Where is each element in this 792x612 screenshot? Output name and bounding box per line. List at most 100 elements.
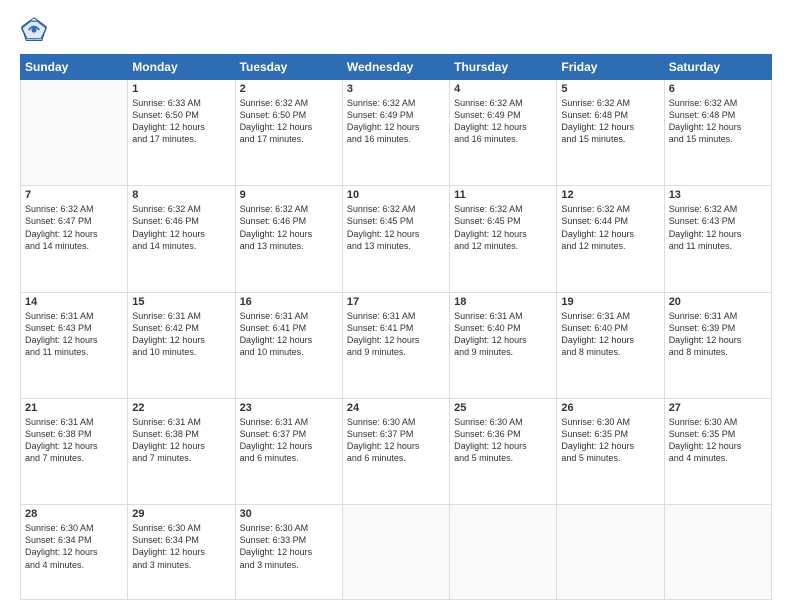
day-number: 2 (240, 83, 338, 95)
calendar-cell: 15 Sunrise: 6:31 AM Sunset: 6:42 PM Dayli… (128, 292, 235, 398)
calendar-cell: 17 Sunrise: 6:31 AM Sunset: 6:41 PM Dayli… (342, 292, 449, 398)
day-number: 23 (240, 402, 338, 414)
page: SundayMondayTuesdayWednesdayThursdayFrid… (0, 0, 792, 612)
calendar-cell: 14 Sunrise: 6:31 AM Sunset: 6:43 PM Dayli… (21, 292, 128, 398)
day-number: 22 (132, 402, 230, 414)
calendar-cell: 11 Sunrise: 6:32 AM Sunset: 6:45 PM Dayli… (450, 186, 557, 292)
day-info: Sunrise: 6:32 AM Sunset: 6:48 PM Dayligh… (669, 97, 767, 146)
day-info: Sunrise: 6:30 AM Sunset: 6:37 PM Dayligh… (347, 416, 445, 465)
day-number: 16 (240, 296, 338, 308)
day-number: 10 (347, 189, 445, 201)
day-info: Sunrise: 6:31 AM Sunset: 6:42 PM Dayligh… (132, 310, 230, 359)
weekday-header-monday: Monday (128, 55, 235, 80)
day-info: Sunrise: 6:31 AM Sunset: 6:41 PM Dayligh… (347, 310, 445, 359)
calendar-week-row: 21 Sunrise: 6:31 AM Sunset: 6:38 PM Dayli… (21, 398, 772, 504)
calendar-cell: 3 Sunrise: 6:32 AM Sunset: 6:49 PM Daylig… (342, 80, 449, 186)
day-info: Sunrise: 6:31 AM Sunset: 6:41 PM Dayligh… (240, 310, 338, 359)
day-number: 27 (669, 402, 767, 414)
day-info: Sunrise: 6:32 AM Sunset: 6:43 PM Dayligh… (669, 203, 767, 252)
day-number: 9 (240, 189, 338, 201)
calendar-week-row: 7 Sunrise: 6:32 AM Sunset: 6:47 PM Daylig… (21, 186, 772, 292)
calendar-cell: 27 Sunrise: 6:30 AM Sunset: 6:35 PM Dayli… (664, 398, 771, 504)
day-number: 24 (347, 402, 445, 414)
weekday-header-row: SundayMondayTuesdayWednesdayThursdayFrid… (21, 55, 772, 80)
day-info: Sunrise: 6:30 AM Sunset: 6:34 PM Dayligh… (132, 522, 230, 571)
day-info: Sunrise: 6:31 AM Sunset: 6:40 PM Dayligh… (454, 310, 552, 359)
day-info: Sunrise: 6:32 AM Sunset: 6:48 PM Dayligh… (561, 97, 659, 146)
calendar-cell: 18 Sunrise: 6:31 AM Sunset: 6:40 PM Dayli… (450, 292, 557, 398)
day-info: Sunrise: 6:30 AM Sunset: 6:35 PM Dayligh… (561, 416, 659, 465)
calendar-cell: 2 Sunrise: 6:32 AM Sunset: 6:50 PM Daylig… (235, 80, 342, 186)
day-number: 12 (561, 189, 659, 201)
calendar-cell: 21 Sunrise: 6:31 AM Sunset: 6:38 PM Dayli… (21, 398, 128, 504)
calendar-cell: 1 Sunrise: 6:33 AM Sunset: 6:50 PM Daylig… (128, 80, 235, 186)
day-info: Sunrise: 6:32 AM Sunset: 6:49 PM Dayligh… (454, 97, 552, 146)
day-info: Sunrise: 6:32 AM Sunset: 6:50 PM Dayligh… (240, 97, 338, 146)
day-number: 21 (25, 402, 123, 414)
calendar-week-row: 28 Sunrise: 6:30 AM Sunset: 6:34 PM Dayli… (21, 505, 772, 600)
calendar-cell: 16 Sunrise: 6:31 AM Sunset: 6:41 PM Dayli… (235, 292, 342, 398)
calendar-cell: 9 Sunrise: 6:32 AM Sunset: 6:46 PM Daylig… (235, 186, 342, 292)
day-number: 28 (25, 508, 123, 520)
day-info: Sunrise: 6:31 AM Sunset: 6:38 PM Dayligh… (25, 416, 123, 465)
calendar-cell (557, 505, 664, 600)
calendar-cell: 28 Sunrise: 6:30 AM Sunset: 6:34 PM Dayli… (21, 505, 128, 600)
calendar-week-row: 14 Sunrise: 6:31 AM Sunset: 6:43 PM Dayli… (21, 292, 772, 398)
day-info: Sunrise: 6:32 AM Sunset: 6:46 PM Dayligh… (240, 203, 338, 252)
calendar-cell: 13 Sunrise: 6:32 AM Sunset: 6:43 PM Dayli… (664, 186, 771, 292)
day-info: Sunrise: 6:32 AM Sunset: 6:46 PM Dayligh… (132, 203, 230, 252)
calendar-week-row: 1 Sunrise: 6:33 AM Sunset: 6:50 PM Daylig… (21, 80, 772, 186)
day-number: 13 (669, 189, 767, 201)
weekday-header-saturday: Saturday (664, 55, 771, 80)
weekday-header-thursday: Thursday (450, 55, 557, 80)
weekday-header-sunday: Sunday (21, 55, 128, 80)
weekday-header-tuesday: Tuesday (235, 55, 342, 80)
calendar-table: SundayMondayTuesdayWednesdayThursdayFrid… (20, 54, 772, 600)
day-number: 18 (454, 296, 552, 308)
calendar-cell: 29 Sunrise: 6:30 AM Sunset: 6:34 PM Dayli… (128, 505, 235, 600)
day-number: 19 (561, 296, 659, 308)
day-info: Sunrise: 6:30 AM Sunset: 6:34 PM Dayligh… (25, 522, 123, 571)
day-number: 15 (132, 296, 230, 308)
day-info: Sunrise: 6:31 AM Sunset: 6:38 PM Dayligh… (132, 416, 230, 465)
day-number: 11 (454, 189, 552, 201)
logo-icon (20, 16, 48, 44)
calendar-cell (664, 505, 771, 600)
calendar-cell: 23 Sunrise: 6:31 AM Sunset: 6:37 PM Dayli… (235, 398, 342, 504)
calendar-cell: 7 Sunrise: 6:32 AM Sunset: 6:47 PM Daylig… (21, 186, 128, 292)
day-number: 8 (132, 189, 230, 201)
day-info: Sunrise: 6:31 AM Sunset: 6:43 PM Dayligh… (25, 310, 123, 359)
calendar-cell: 26Sunrise: 6:30 AM Sunset: 6:35 PM Dayli… (557, 398, 664, 504)
day-info: Sunrise: 6:31 AM Sunset: 6:39 PM Dayligh… (669, 310, 767, 359)
calendar-cell: 22 Sunrise: 6:31 AM Sunset: 6:38 PM Dayli… (128, 398, 235, 504)
day-number: 30 (240, 508, 338, 520)
calendar-cell: 4 Sunrise: 6:32 AM Sunset: 6:49 PM Daylig… (450, 80, 557, 186)
day-number: 25 (454, 402, 552, 414)
day-info: Sunrise: 6:31 AM Sunset: 6:37 PM Dayligh… (240, 416, 338, 465)
header (20, 16, 772, 44)
day-number: 1 (132, 83, 230, 95)
day-number: 29 (132, 508, 230, 520)
logo (20, 16, 52, 44)
day-info: Sunrise: 6:32 AM Sunset: 6:45 PM Dayligh… (454, 203, 552, 252)
day-number: 17 (347, 296, 445, 308)
day-number: 7 (25, 189, 123, 201)
calendar-cell: 10 Sunrise: 6:32 AM Sunset: 6:45 PM Dayli… (342, 186, 449, 292)
day-info: Sunrise: 6:30 AM Sunset: 6:35 PM Dayligh… (669, 416, 767, 465)
day-number: 4 (454, 83, 552, 95)
day-number: 5 (561, 83, 659, 95)
day-info: Sunrise: 6:33 AM Sunset: 6:50 PM Dayligh… (132, 97, 230, 146)
day-info: Sunrise: 6:30 AM Sunset: 6:33 PM Dayligh… (240, 522, 338, 571)
day-number: 3 (347, 83, 445, 95)
day-info: Sunrise: 6:32 AM Sunset: 6:45 PM Dayligh… (347, 203, 445, 252)
calendar-cell (450, 505, 557, 600)
day-info: Sunrise: 6:32 AM Sunset: 6:49 PM Dayligh… (347, 97, 445, 146)
day-number: 14 (25, 296, 123, 308)
calendar-cell: 20Sunrise: 6:31 AM Sunset: 6:39 PM Dayli… (664, 292, 771, 398)
calendar-cell: 30 Sunrise: 6:30 AM Sunset: 6:33 PM Dayli… (235, 505, 342, 600)
day-info: Sunrise: 6:32 AM Sunset: 6:47 PM Dayligh… (25, 203, 123, 252)
day-info: Sunrise: 6:32 AM Sunset: 6:44 PM Dayligh… (561, 203, 659, 252)
calendar-cell (342, 505, 449, 600)
calendar-cell: 19Sunrise: 6:31 AM Sunset: 6:40 PM Dayli… (557, 292, 664, 398)
calendar-cell: 25Sunrise: 6:30 AM Sunset: 6:36 PM Dayli… (450, 398, 557, 504)
